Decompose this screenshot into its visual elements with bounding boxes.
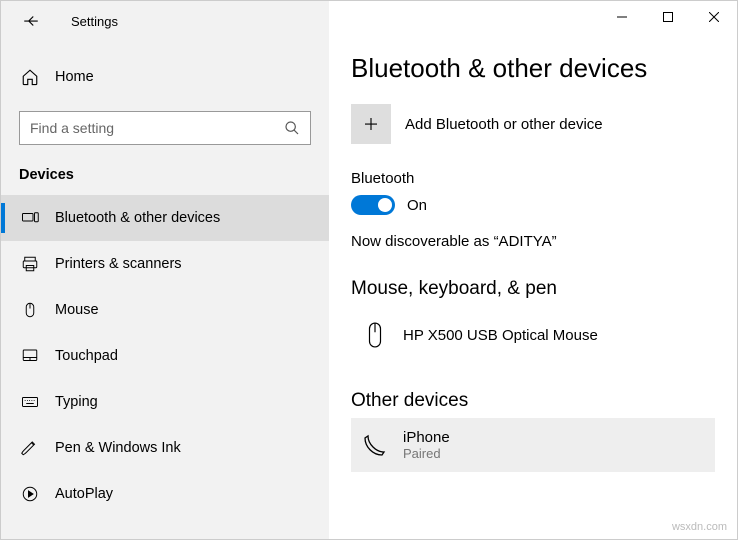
printer-icon [19, 255, 41, 273]
section-title: Devices [19, 167, 329, 183]
nav-label: Pen & Windows Ink [55, 440, 181, 456]
nav-list: Bluetooth & other devices Printers & sca… [1, 195, 329, 517]
bluetooth-toggle-row: On [351, 195, 715, 215]
nav-label: AutoPlay [55, 486, 113, 502]
discoverable-text: Now discoverable as “ADITYA” [351, 233, 715, 250]
back-arrow-icon [22, 12, 40, 30]
nav-item-autoplay[interactable]: AutoPlay [1, 471, 329, 517]
other-devices-heading: Other devices [351, 390, 715, 412]
bluetooth-toggle[interactable] [351, 195, 395, 215]
devices-icon [19, 209, 41, 227]
autoplay-icon [19, 485, 41, 503]
nav-label: Bluetooth & other devices [55, 210, 220, 226]
close-button[interactable] [691, 1, 737, 33]
home-nav-item[interactable]: Home [1, 57, 329, 97]
mouse-icon [19, 301, 41, 319]
nav-item-printers[interactable]: Printers & scanners [1, 241, 329, 287]
mouse-device-icon [359, 321, 391, 349]
home-icon [19, 68, 41, 86]
toggle-state-label: On [407, 197, 427, 214]
pen-icon [19, 439, 41, 457]
minimize-button[interactable] [599, 1, 645, 33]
nav-item-bluetooth[interactable]: Bluetooth & other devices [1, 195, 329, 241]
nav-label: Touchpad [55, 348, 118, 364]
page-title: Bluetooth & other devices [351, 53, 715, 84]
back-button[interactable] [19, 9, 43, 33]
content-pane: Bluetooth & other devices Add Bluetooth … [329, 1, 737, 539]
home-label: Home [55, 69, 94, 85]
window-controls [599, 1, 737, 33]
search-box[interactable] [19, 111, 311, 145]
nav-item-pen[interactable]: Pen & Windows Ink [1, 425, 329, 471]
mouse-keyboard-heading: Mouse, keyboard, & pen [351, 278, 715, 300]
keyboard-icon [19, 393, 41, 411]
maximize-button[interactable] [645, 1, 691, 33]
device-name: HP X500 USB Optical Mouse [403, 327, 598, 344]
device-row-mouse[interactable]: HP X500 USB Optical Mouse [351, 308, 715, 362]
watermark: wsxdn.com [672, 521, 727, 533]
device-status: Paired [403, 446, 450, 461]
nav-item-touchpad[interactable]: Touchpad [1, 333, 329, 379]
add-device-label: Add Bluetooth or other device [405, 116, 603, 133]
device-text: iPhone Paired [403, 429, 450, 461]
search-input[interactable] [30, 120, 284, 136]
nav-label: Mouse [55, 302, 99, 318]
nav-item-typing[interactable]: Typing [1, 379, 329, 425]
touchpad-icon [19, 347, 41, 365]
add-device-button[interactable]: Add Bluetooth or other device [351, 104, 715, 144]
app-title: Settings [71, 14, 118, 29]
toggle-knob [378, 198, 392, 212]
titlebar: Settings [1, 1, 329, 41]
device-row-iphone[interactable]: iPhone Paired [351, 418, 715, 472]
nav-item-mouse[interactable]: Mouse [1, 287, 329, 333]
phone-icon [359, 433, 391, 457]
search-icon [284, 120, 300, 136]
nav-label: Printers & scanners [55, 256, 182, 272]
plus-icon [351, 104, 391, 144]
bluetooth-label: Bluetooth [351, 170, 715, 187]
nav-label: Typing [55, 394, 98, 410]
navigation-pane: Settings Home Devices Bluetooth & other … [1, 1, 329, 539]
device-name: iPhone [403, 429, 450, 446]
device-text: HP X500 USB Optical Mouse [403, 327, 598, 344]
